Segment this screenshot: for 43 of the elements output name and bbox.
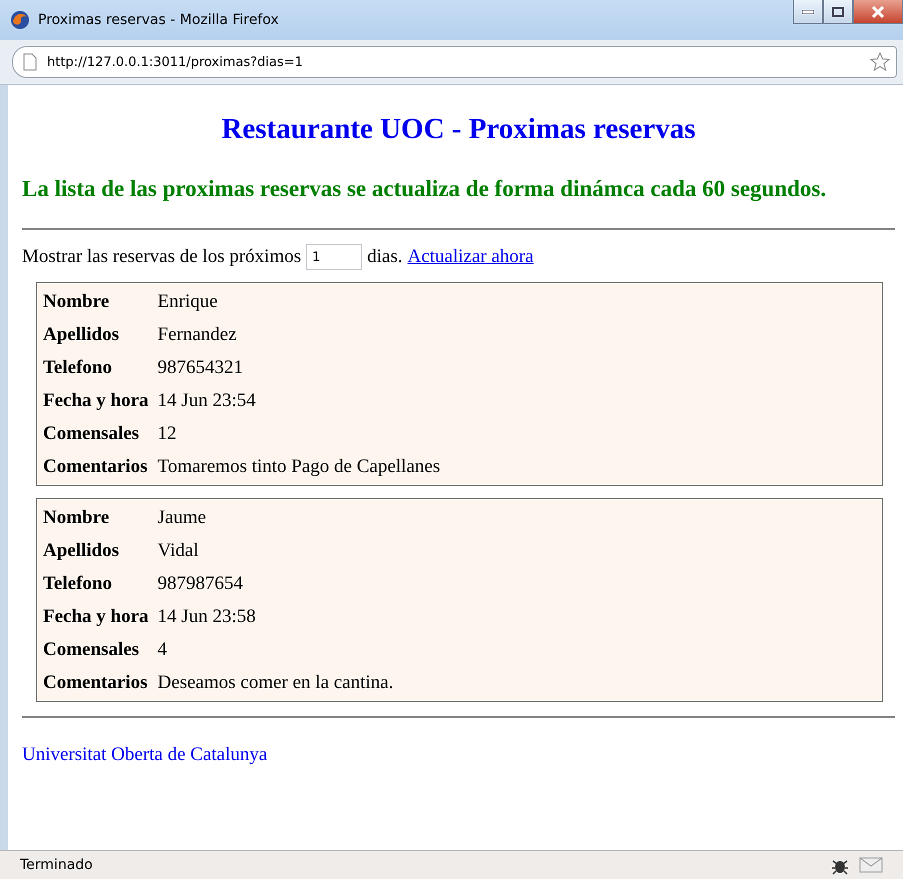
maximize-icon xyxy=(832,6,844,16)
notice-text: La lista de las proximas reservas se actualiza de forma dinámca cada 60 segundos. xyxy=(22,175,828,204)
maximize-button[interactable] xyxy=(823,0,853,24)
page-heading: Restaurante UOC - Proximas reservas xyxy=(220,113,697,146)
field-value: Deseamos comer en la cantina. xyxy=(156,670,394,694)
field-value: 12 xyxy=(156,422,178,446)
field-label: Comensales xyxy=(42,422,140,446)
field-value: 987654321 xyxy=(156,356,244,380)
field-label: Comentarios xyxy=(42,454,148,478)
field-value: Tomaremos tinto Pago de Capellanes xyxy=(156,454,442,478)
browser-logo-icon xyxy=(10,10,30,30)
page-icon xyxy=(23,53,37,71)
footer-link[interactable]: Universitat Oberta de Catalunya xyxy=(22,744,268,766)
field-label: Nombre xyxy=(42,506,110,530)
field-value: 14 Jun 23:58 xyxy=(156,604,257,628)
minimize-icon xyxy=(802,10,814,14)
days-field[interactable]: 1 xyxy=(306,244,362,270)
field-label: Comentarios xyxy=(42,670,148,694)
close-button[interactable] xyxy=(853,0,903,24)
minimize-button[interactable] xyxy=(793,0,823,24)
field-value: Vidal xyxy=(156,538,200,562)
field-value: 14 Jun 23:54 xyxy=(156,388,257,412)
field-label: Fecha y hora xyxy=(42,604,150,628)
status-text: Terminado xyxy=(20,857,94,873)
field-value: Fernandez xyxy=(156,322,238,346)
field-label: Apellidos xyxy=(42,538,120,562)
field-label: Fecha y hora xyxy=(42,388,150,412)
close-icon xyxy=(872,6,884,18)
refresh-link[interactable]: Actualizar ahora xyxy=(408,246,534,268)
field-value: 987987654 xyxy=(156,572,244,596)
field-label: Comensales xyxy=(42,638,140,662)
field-label: Nombre xyxy=(42,290,110,314)
address-bar[interactable]: http://127.0.0.1:3011/proximas?dias=1 xyxy=(12,46,897,78)
field-value: 4 xyxy=(156,638,168,662)
field-label: Telefono xyxy=(42,356,113,380)
window-title: Proximas reservas - Mozilla Firefox xyxy=(38,12,280,28)
field-value: Enrique xyxy=(156,290,219,314)
field-label: Telefono xyxy=(42,572,113,596)
filter-label: Mostrar las reservas de los próximos xyxy=(22,246,302,268)
star-icon[interactable] xyxy=(870,52,890,72)
field-label: Apellidos xyxy=(42,322,120,346)
days-label: dias. xyxy=(367,246,402,268)
field-value: Jaume xyxy=(156,506,208,530)
